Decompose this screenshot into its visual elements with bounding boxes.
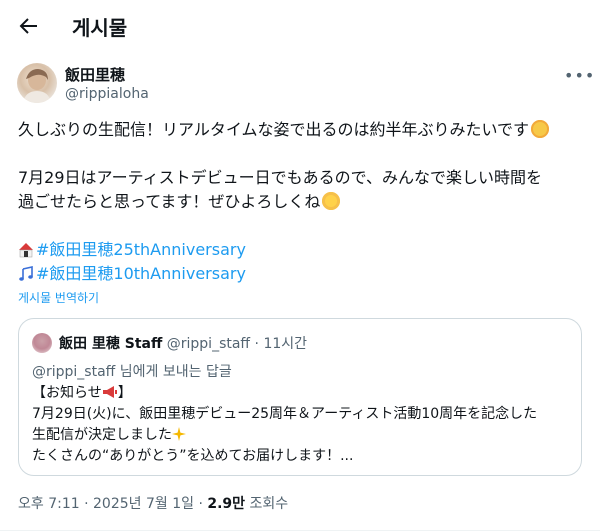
post-meta: 오후 7:11 · 2025년 7월 1일 · 2.9만 조회수	[18, 493, 288, 513]
quoted-author-avatar	[32, 333, 52, 353]
post-date[interactable]: 2025년 7월 1일	[93, 496, 194, 512]
quoted-author-handle: @rippi_staff	[166, 336, 251, 352]
page-title: 게시물	[72, 16, 128, 40]
view-count: 2.9만	[207, 496, 246, 512]
translate-post-link[interactable]: 게시물 번역하기	[18, 289, 99, 306]
post-time[interactable]: 오후 7:11	[18, 496, 80, 512]
hashtag-item: #飯田里穂10thAnniversary	[18, 262, 246, 286]
quoted-line-2: 7月29日(火)に、飯田里穂デビュー25周年＆アーティスト活動10周年を記念した	[32, 406, 538, 422]
post-line-3: 過ごせたらと思ってます！ぜひよろしくね	[18, 192, 321, 211]
view-count-label: 조회수	[245, 496, 289, 512]
flushed-face-icon	[531, 120, 550, 138]
post-line-2: 7月29日はアーティストデビュー日でもあるので、みんなで楽しい時間を	[18, 168, 542, 187]
quoted-line-1: 【お知らせ	[32, 385, 102, 401]
author-name[interactable]: 飯田里穂	[65, 64, 125, 85]
quoted-line-1-end: 】	[117, 385, 132, 401]
music-notes-icon	[19, 266, 33, 281]
reply-context: @rippi_staff 님에게 보내는 답글	[32, 364, 232, 380]
post-line-1: 久しぶりの生配信！リアルタイムな姿で出るのは約半年ぶりみたいです	[18, 120, 530, 139]
quoted-line-4: たくさんの“ありがとう”を込めてお届けします！...	[32, 448, 354, 464]
quoted-post-time: · 11시간	[254, 336, 308, 352]
quoted-post-body: 【お知らせ】 7月29日(火)に、飯田里穂デビュー25周年＆アーティスト活動10…	[32, 383, 572, 467]
post-body: 久しぶりの生配信！リアルタイムな姿で出るのは約半年ぶりみたいです 7月29日はア…	[18, 118, 584, 214]
meta-separator: ·	[79, 496, 94, 512]
hashtag-item: #飯田里穂25thAnniversary	[18, 238, 246, 262]
hashtag-link[interactable]: #飯田里穂25thAnniversary	[36, 238, 246, 262]
hashtag-link[interactable]: #飯田里穂10thAnniversary	[36, 262, 246, 286]
divider	[0, 530, 600, 531]
sparkles-icon	[172, 427, 186, 441]
blossom-icon	[322, 192, 341, 210]
hashtag-list: #飯田里穂25thAnniversary #飯田里穂10thAnniversar…	[18, 238, 246, 286]
page-header: 게시물	[0, 0, 600, 52]
quoted-line-3: 生配信が決定しました	[32, 427, 172, 443]
back-arrow-icon[interactable]	[16, 14, 40, 38]
more-dots-icon[interactable]: •••	[564, 66, 595, 85]
circus-tent-icon	[19, 243, 33, 258]
quoted-post[interactable]: 飯田 里穂 Staff @rippi_staff · 11시간 @rippi_s…	[18, 318, 582, 476]
megaphone-icon	[102, 386, 117, 398]
quoted-author-name: 飯田 里穂 Staff	[59, 336, 163, 352]
avatar-photo-icon	[23, 69, 51, 103]
author-handle[interactable]: @rippialoha	[65, 86, 149, 102]
meta-separator: ·	[194, 496, 208, 512]
quoted-post-header: 飯田 里穂 Staff @rippi_staff · 11시간	[59, 333, 307, 353]
author-avatar[interactable]	[17, 63, 57, 103]
